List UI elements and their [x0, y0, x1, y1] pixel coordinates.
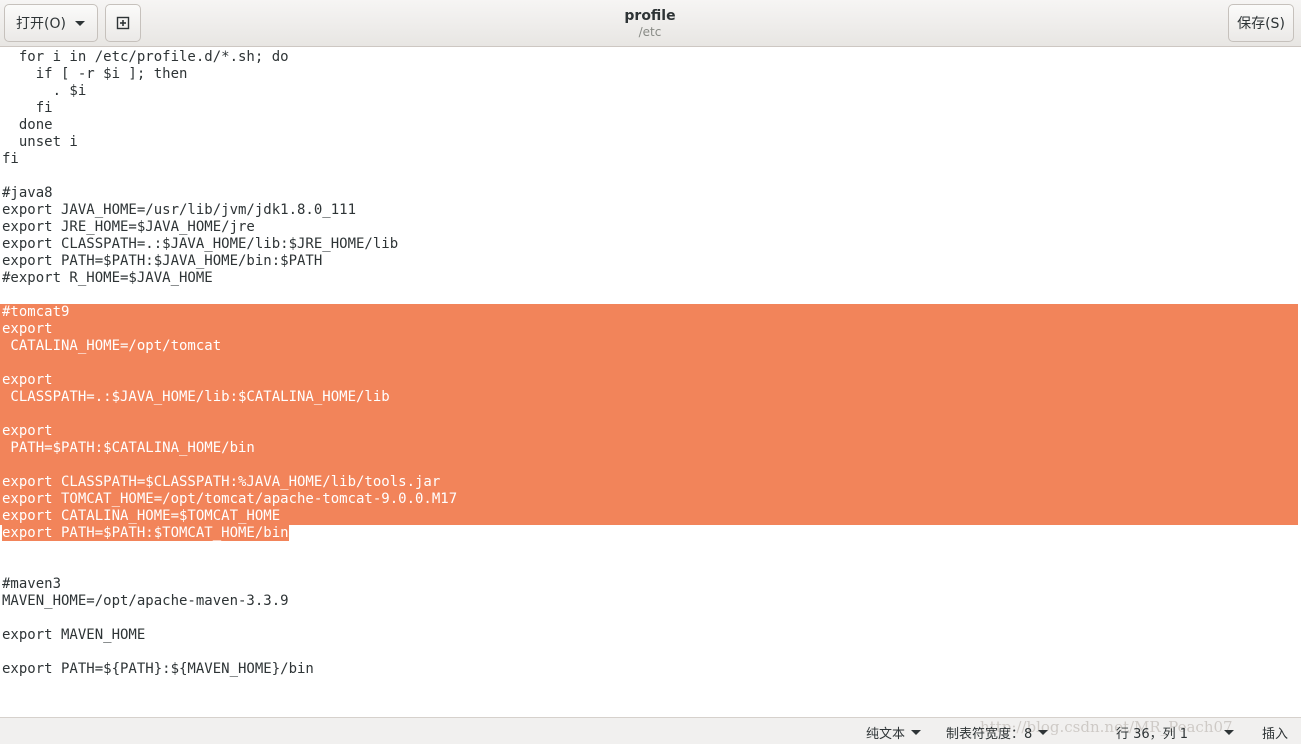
- code-line[interactable]: export JRE_HOME=$JAVA_HOME/jre: [0, 219, 1301, 236]
- code-line[interactable]: export PATH=${PATH}:${MAVEN_HOME}/bin: [0, 661, 1301, 678]
- code-line[interactable]: export TOMCAT_HOME=/opt/tomcat/apache-to…: [0, 491, 1298, 508]
- code-line[interactable]: MAVEN_HOME=/opt/apache-maven-3.3.9: [0, 593, 1301, 610]
- code-line[interactable]: export CLASSPATH=.:$JAVA_HOME/lib:$JRE_H…: [0, 236, 1301, 253]
- status-bar: http://blog.csdn.net/MR_Peach07 纯文本 制表符宽…: [0, 717, 1301, 744]
- code-line[interactable]: if [ -r $i ]; then: [0, 66, 1301, 83]
- code-line[interactable]: [0, 287, 1301, 304]
- code-line[interactable]: export JAVA_HOME=/usr/lib/jvm/jdk1.8.0_1…: [0, 202, 1301, 219]
- code-line[interactable]: CATALINA_HOME=/opt/tomcat: [0, 338, 1298, 355]
- code-line[interactable]: PATH=$PATH:$CATALINA_HOME/bin: [0, 440, 1298, 457]
- cursor-position-selector[interactable]: 行 36，列 1: [1116, 723, 1235, 742]
- code-line[interactable]: #export R_HOME=$JAVA_HOME: [0, 270, 1301, 287]
- code-line[interactable]: . $i: [0, 83, 1301, 100]
- code-line[interactable]: #maven3: [0, 576, 1301, 593]
- editor-lines: if [ -d /etc/profile.d ]; then for i in …: [0, 47, 1301, 678]
- window-title: profile: [624, 8, 676, 24]
- chevron-down-icon: [911, 730, 922, 735]
- gedit-window: 打开(O) profile /etc 保存(S) if [ -d /etc/pr…: [0, 0, 1301, 744]
- chevron-down-icon: [1038, 730, 1049, 735]
- code-line[interactable]: export: [0, 321, 1298, 338]
- code-line[interactable]: [0, 559, 1301, 576]
- open-button-label: 打开(O): [16, 16, 66, 32]
- code-line[interactable]: export PATH=$PATH:$JAVA_HOME/bin:$PATH: [0, 253, 1301, 270]
- code-line[interactable]: [0, 542, 1301, 559]
- save-button[interactable]: 保存(S): [1228, 4, 1294, 42]
- code-line[interactable]: export: [0, 372, 1298, 389]
- language-selector[interactable]: 纯文本: [866, 723, 922, 742]
- code-line[interactable]: fi: [0, 100, 1301, 117]
- code-line[interactable]: [0, 610, 1301, 627]
- code-line[interactable]: #tomcat9: [0, 304, 1298, 321]
- window-title-box: profile /etc: [450, 7, 850, 39]
- new-document-icon: [116, 16, 130, 30]
- insert-mode-indicator[interactable]: 插入: [1262, 723, 1288, 742]
- language-label: 纯文本: [866, 727, 906, 742]
- chevron-down-icon: [74, 20, 85, 26]
- code-line[interactable]: #java8: [0, 185, 1301, 202]
- code-line[interactable]: export CATALINA_HOME=$TOMCAT_HOME: [0, 508, 1298, 525]
- code-line[interactable]: unset i: [0, 134, 1301, 151]
- chevron-down-icon: [1224, 730, 1235, 735]
- tab-width-selector[interactable]: 制表符宽度：8: [946, 723, 1049, 742]
- code-line[interactable]: export CLASSPATH=$CLASSPATH:%JAVA_HOME/l…: [0, 474, 1298, 491]
- header-bar: 打开(O) profile /etc 保存(S): [0, 0, 1301, 47]
- code-line[interactable]: done: [0, 117, 1301, 134]
- window-subtitle: /etc: [638, 25, 662, 39]
- code-line[interactable]: [0, 355, 1298, 372]
- code-line[interactable]: [0, 406, 1298, 423]
- code-line[interactable]: fi: [0, 151, 1301, 168]
- code-line[interactable]: [0, 457, 1298, 474]
- code-line[interactable]: export: [0, 423, 1298, 440]
- code-line[interactable]: [0, 644, 1301, 661]
- selected-text: export PATH=$PATH:$TOMCAT_HOME/bin: [2, 525, 289, 541]
- code-line[interactable]: for i in /etc/profile.d/*.sh; do: [0, 49, 1301, 66]
- insert-mode-label: 插入: [1262, 727, 1289, 742]
- text-editor[interactable]: if [ -d /etc/profile.d ]; then for i in …: [0, 47, 1301, 717]
- open-button[interactable]: 打开(O): [4, 4, 98, 42]
- code-line[interactable]: export MAVEN_HOME: [0, 627, 1301, 644]
- tab-width-label: 制表符宽度：8: [946, 727, 1033, 742]
- new-document-button[interactable]: [105, 4, 141, 42]
- code-line[interactable]: export PATH=$PATH:$TOMCAT_HOME/bin: [0, 525, 1301, 542]
- code-line[interactable]: CLASSPATH=.:$JAVA_HOME/lib:$CATALINA_HOM…: [0, 389, 1298, 406]
- code-line[interactable]: [0, 168, 1301, 185]
- cursor-position-label: 行 36，列 1: [1116, 727, 1189, 742]
